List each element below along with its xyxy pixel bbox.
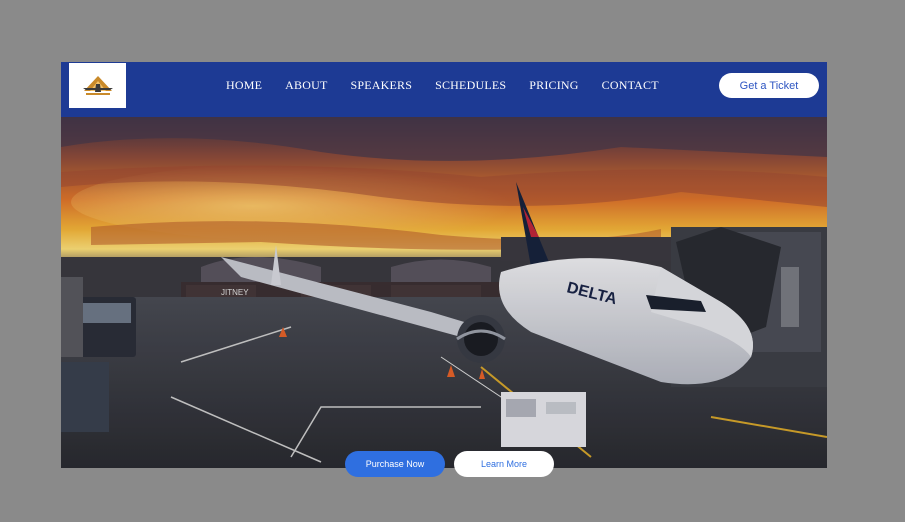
main-nav: HOME ABOUT SPEAKERS SCHEDULES PRICING CO…: [226, 77, 659, 93]
hero-airplane-image: DELTA JITNEY: [61, 117, 827, 468]
top-navbar: HOME ABOUT SPEAKERS SCHEDULES PRICING CO…: [61, 62, 827, 117]
nav-schedules[interactable]: SCHEDULES: [435, 77, 506, 93]
purchase-now-button[interactable]: Purchase Now: [345, 451, 445, 477]
nav-contact[interactable]: CONTACT: [602, 77, 659, 93]
nav-pricing[interactable]: PRICING: [529, 77, 578, 93]
get-ticket-button[interactable]: Get a Ticket: [719, 73, 819, 98]
learn-more-button[interactable]: Learn More: [454, 451, 554, 477]
airplane-logo-icon: [82, 75, 113, 95]
site-logo[interactable]: [69, 63, 126, 108]
nav-speakers[interactable]: SPEAKERS: [350, 77, 412, 93]
website-preview: HOME ABOUT SPEAKERS SCHEDULES PRICING CO…: [61, 62, 827, 468]
nav-about[interactable]: ABOUT: [285, 77, 327, 93]
nav-home[interactable]: HOME: [226, 77, 262, 93]
